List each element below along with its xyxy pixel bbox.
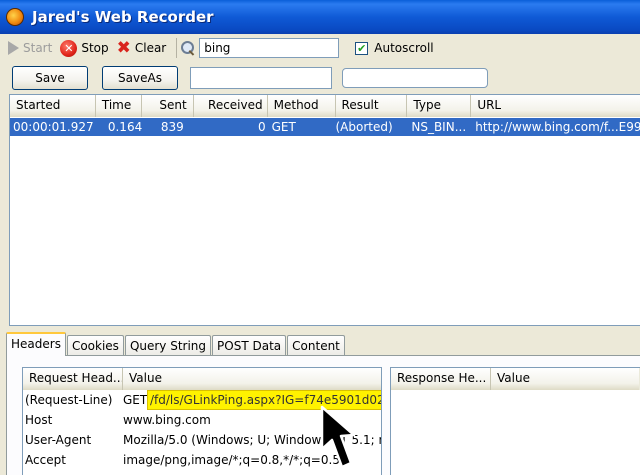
column-started[interactable]: Started xyxy=(10,95,96,117)
cell-method: GET xyxy=(271,120,296,134)
clear-icon: ✖ xyxy=(116,38,131,58)
stop-label: Stop xyxy=(81,41,109,55)
request-method: GET xyxy=(123,393,148,407)
column-response-header[interactable]: Response He... xyxy=(391,368,491,390)
column-received[interactable]: Received xyxy=(193,95,268,117)
filename-field[interactable] xyxy=(190,67,332,89)
request-headers-header: Request Head... Value xyxy=(23,368,381,390)
title-bar[interactable]: Jared's Web Recorder xyxy=(0,0,640,34)
window-title: Jared's Web Recorder xyxy=(32,8,214,26)
tab-cookies[interactable]: Cookies xyxy=(66,335,124,356)
column-sent[interactable]: Sent xyxy=(141,95,194,117)
cell-type: NS_BIN... xyxy=(411,120,467,134)
request-grid: Started Time Sent Received Method Result… xyxy=(9,94,640,326)
cell-result: (Aborted) xyxy=(335,120,393,134)
cell-sent: 839 xyxy=(160,120,184,134)
cell-started: 00:00:01.927 xyxy=(13,120,94,134)
table-row[interactable]: 00:00:01.927 0.164 839 0 GET (Aborted) N… xyxy=(10,118,640,136)
column-result[interactable]: Result xyxy=(335,95,408,117)
start-label: Start xyxy=(23,41,53,55)
header-name: (Request-Line) xyxy=(25,393,113,407)
action-bar: Save SaveAs xyxy=(0,64,640,92)
tab-query-string[interactable]: Query String xyxy=(124,335,212,356)
tab-content[interactable]: Content xyxy=(287,335,345,356)
search-icon xyxy=(181,41,195,55)
save-button[interactable]: Save xyxy=(12,66,88,90)
column-request-value[interactable]: Value xyxy=(123,368,381,390)
tab-headers[interactable]: Headers xyxy=(6,332,66,356)
start-button[interactable]: Start xyxy=(8,41,52,55)
autoscroll-label: Autoscroll xyxy=(374,41,434,55)
cell-url: http://www.bing.com/f...E99E8 xyxy=(475,120,640,134)
column-time[interactable]: Time xyxy=(95,95,142,117)
header-name: Accept xyxy=(25,453,66,467)
cell-time: 0.164 xyxy=(107,120,142,134)
header-name: Host xyxy=(25,413,53,427)
stop-button[interactable]: ✕ Stop xyxy=(60,39,109,57)
header-name: User-Agent xyxy=(25,433,92,447)
toolbar-separator xyxy=(176,38,178,58)
secondary-field[interactable] xyxy=(342,68,488,88)
column-type[interactable]: Type xyxy=(407,95,472,117)
clear-label: Clear xyxy=(134,41,167,55)
response-headers-header: Response He... Value xyxy=(391,368,640,390)
clear-button[interactable]: ✖ Clear xyxy=(116,38,167,58)
filter-input[interactable] xyxy=(199,38,340,58)
cell-received: 0 xyxy=(257,120,266,134)
column-method[interactable]: Method xyxy=(267,95,336,117)
mouse-cursor-icon xyxy=(320,405,356,469)
column-response-value[interactable]: Value xyxy=(491,368,639,390)
stop-icon: ✕ xyxy=(60,39,78,57)
tab-post-data[interactable]: POST Data xyxy=(212,335,287,356)
column-url[interactable]: URL xyxy=(471,95,640,117)
saveas-button[interactable]: SaveAs xyxy=(102,66,178,90)
main-toolbar: Start ✕ Stop ✖ Clear ✔ Autoscroll xyxy=(0,34,640,62)
grid-header: Started Time Sent Received Method Result… xyxy=(10,95,640,117)
response-headers-table: Response He... Value xyxy=(390,367,640,475)
firefox-icon xyxy=(6,8,24,26)
play-icon xyxy=(8,41,19,55)
detail-tabs: Headers Cookies Query String POST Data C… xyxy=(6,332,640,356)
autoscroll-checkbox[interactable]: ✔ xyxy=(355,41,369,55)
column-request-header[interactable]: Request Head... xyxy=(23,368,123,390)
